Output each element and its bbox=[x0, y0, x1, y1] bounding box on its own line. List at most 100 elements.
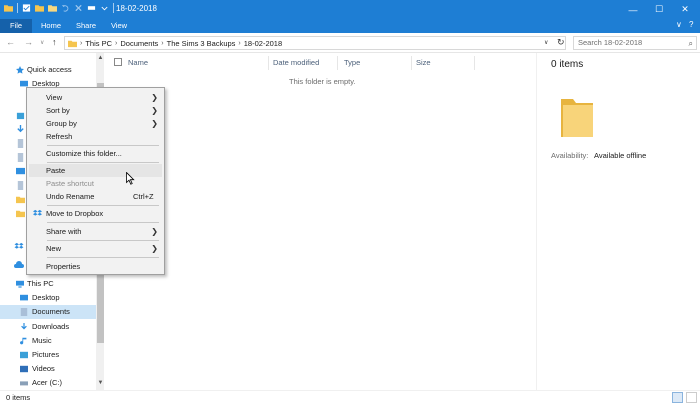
folder-icon bbox=[16, 210, 25, 218]
music-icon bbox=[20, 337, 27, 345]
nav-this-pc[interactable]: This PC bbox=[0, 277, 96, 291]
menu-item-undo-rename[interactable]: Undo Rename Ctrl+Z bbox=[29, 190, 162, 203]
menu-separator bbox=[47, 205, 159, 206]
delete-icon[interactable] bbox=[74, 3, 83, 13]
new-folder-icon[interactable] bbox=[48, 3, 57, 13]
ribbon-collapse-icon[interactable]: ∨ bbox=[676, 20, 682, 29]
computer-icon bbox=[16, 280, 24, 288]
menu-separator bbox=[47, 145, 159, 146]
recent-locations-icon[interactable]: ∨ bbox=[40, 39, 44, 46]
nav-downloads[interactable]: Downloads bbox=[0, 320, 96, 334]
nav-pictures[interactable]: Pictures bbox=[0, 348, 96, 362]
address-dropdown-icon[interactable]: ∨ bbox=[544, 39, 548, 46]
nav-quick-access[interactable]: Quick access bbox=[0, 63, 96, 77]
onedrive-icon bbox=[14, 261, 24, 268]
downloads-icon bbox=[17, 125, 24, 133]
submenu-arrow-icon: ❯ bbox=[151, 227, 158, 236]
chevron-down-icon[interactable] bbox=[100, 3, 109, 13]
folder-icon bbox=[4, 5, 13, 12]
documents-icon bbox=[20, 308, 28, 316]
column-date-modified[interactable]: Date modified bbox=[273, 56, 319, 70]
status-item-count: 0 items bbox=[6, 393, 31, 402]
properties-icon[interactable] bbox=[22, 3, 31, 13]
column-type[interactable]: Type bbox=[344, 56, 360, 70]
column-size[interactable]: Size bbox=[416, 56, 431, 70]
rename-icon[interactable] bbox=[87, 3, 96, 13]
document-icon bbox=[17, 181, 24, 190]
status-bar: 0 items bbox=[0, 390, 700, 404]
menu-separator bbox=[47, 222, 159, 223]
menu-separator bbox=[47, 257, 159, 258]
dropbox-icon bbox=[33, 209, 42, 216]
minimize-button[interactable]: — bbox=[620, 0, 646, 19]
desktop-icon bbox=[16, 167, 25, 175]
context-menu: View ❯ Sort by ❯ Group by ❯ Refresh Cust… bbox=[26, 87, 165, 275]
tab-home[interactable]: Home bbox=[33, 19, 69, 33]
breadcrumb-documents[interactable]: Documents bbox=[120, 39, 158, 48]
menu-separator bbox=[47, 240, 159, 241]
menu-item-new[interactable]: New ❯ bbox=[29, 242, 162, 255]
document-icon bbox=[17, 153, 24, 162]
breadcrumb-separator: › bbox=[115, 39, 118, 47]
back-icon[interactable]: ← bbox=[6, 37, 15, 47]
file-list[interactable]: Name Date modified Type Size This folder… bbox=[104, 53, 536, 390]
nav-desktop[interactable]: Desktop bbox=[0, 291, 96, 305]
column-divider[interactable] bbox=[411, 56, 412, 70]
column-divider[interactable] bbox=[268, 56, 269, 70]
submenu-arrow-icon: ❯ bbox=[151, 244, 158, 253]
column-divider[interactable] bbox=[474, 56, 475, 70]
tab-share[interactable]: Share bbox=[70, 19, 102, 33]
menu-item-move-to-dropbox[interactable]: Move to Dropbox bbox=[29, 207, 162, 220]
menu-item-view[interactable]: View ❯ bbox=[29, 91, 162, 104]
forward-icon[interactable]: → bbox=[24, 37, 33, 47]
quick-access-toolbar bbox=[4, 3, 114, 13]
pictures-icon bbox=[20, 351, 28, 359]
menu-item-paste[interactable]: Paste bbox=[29, 164, 162, 177]
item-count: 0 items bbox=[551, 59, 584, 70]
submenu-arrow-icon: ❯ bbox=[151, 93, 158, 102]
folder-icon bbox=[16, 196, 25, 204]
nav-videos[interactable]: Videos bbox=[0, 362, 96, 376]
menu-separator bbox=[47, 162, 159, 163]
details-pane: 0 items Availability: Available offline bbox=[536, 53, 700, 390]
address-bar-row: ← → ∨ ↑ › This PC › Documents › The Sims… bbox=[0, 33, 700, 53]
nav-music[interactable]: Music bbox=[0, 334, 96, 348]
mouse-cursor-icon bbox=[126, 172, 135, 185]
undo-icon[interactable] bbox=[61, 3, 70, 13]
search-input[interactable]: Search 18-02-2018 ⌕ bbox=[573, 36, 697, 50]
toolbar-separator bbox=[17, 3, 18, 13]
menu-item-group-by[interactable]: Group by ❯ bbox=[29, 117, 162, 130]
nav-documents[interactable]: Documents bbox=[0, 305, 96, 319]
folder-icon bbox=[68, 40, 77, 47]
tab-view[interactable]: View bbox=[103, 19, 135, 33]
empty-folder-message: This folder is empty. bbox=[289, 77, 356, 86]
new-folder-icon[interactable] bbox=[35, 3, 44, 13]
search-icon: ⌕ bbox=[688, 39, 693, 48]
close-button[interactable]: ✕ bbox=[672, 0, 698, 19]
details-view-button[interactable] bbox=[672, 392, 683, 403]
menu-item-sort-by[interactable]: Sort by ❯ bbox=[29, 104, 162, 117]
menu-item-refresh[interactable]: Refresh bbox=[29, 130, 162, 143]
toolbar-separator bbox=[113, 3, 114, 13]
up-icon[interactable]: ↑ bbox=[52, 37, 57, 47]
tab-file[interactable]: File bbox=[0, 19, 32, 33]
menu-item-share-with[interactable]: Share with ❯ bbox=[29, 225, 162, 238]
breadcrumb-current-folder[interactable]: 18-02-2018 bbox=[244, 39, 282, 48]
refresh-icon[interactable]: ↻ bbox=[557, 37, 565, 48]
select-all-checkbox[interactable] bbox=[114, 58, 122, 66]
column-name[interactable]: Name bbox=[128, 56, 148, 70]
maximize-button[interactable]: ☐ bbox=[646, 0, 672, 19]
address-box[interactable]: › This PC › Documents › The Sims 3 Backu… bbox=[64, 36, 566, 50]
menu-item-paste-shortcut[interactable]: Paste shortcut bbox=[29, 177, 162, 190]
large-icons-view-button[interactable] bbox=[686, 392, 697, 403]
column-divider[interactable] bbox=[337, 56, 338, 70]
breadcrumb-separator: › bbox=[238, 39, 241, 47]
help-icon[interactable]: ? bbox=[689, 20, 693, 29]
breadcrumb-sims-backups[interactable]: The Sims 3 Backups bbox=[167, 39, 236, 48]
breadcrumb-this-pc[interactable]: This PC bbox=[85, 39, 112, 48]
nav-drive-c[interactable]: Acer (C:) bbox=[0, 376, 96, 390]
breadcrumb-separator: › bbox=[80, 39, 83, 47]
menu-item-properties[interactable]: Properties bbox=[29, 260, 162, 273]
menu-item-customize[interactable]: Customize this folder... bbox=[29, 147, 162, 160]
window-title: 18-02-2018 bbox=[116, 4, 157, 13]
